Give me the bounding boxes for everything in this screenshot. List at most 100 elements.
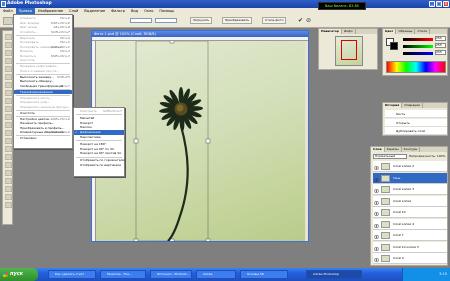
edit-menu-item-label: Копировать: [20, 40, 39, 44]
tool-button[interactable]: [5, 186, 12, 192]
edit-menu-item[interactable]: Свободная трансформация Ctrl+T: [14, 84, 72, 89]
transform-submenu-item[interactable]: Отобразить по горизонтали: [74, 158, 124, 163]
palette-tab[interactable]: История: [383, 103, 403, 108]
options-field-1[interactable]: [130, 18, 152, 23]
cancel-icon[interactable]: ⊘: [306, 17, 312, 24]
layer-row[interactable]: Тень: [373, 172, 447, 184]
layer-row[interactable]: Слой 4: [373, 253, 447, 264]
tool-button[interactable]: [5, 194, 12, 200]
eye-icon[interactable]: [373, 199, 380, 205]
tool-button[interactable]: [5, 82, 12, 88]
options-field-2[interactable]: [155, 18, 177, 23]
edit-menu-item-label: Поиск и замена текста...: [20, 68, 60, 73]
edit-menu-item[interactable]: Установки: [14, 136, 72, 141]
tool-button[interactable]: [5, 42, 12, 48]
layer-row[interactable]: Слой копия 4: [373, 218, 447, 230]
tool-button[interactable]: [5, 178, 12, 184]
slider-b[interactable]: [403, 52, 433, 55]
layer-thumbnail: [381, 243, 390, 251]
options-button-load[interactable]: Загрузить: [190, 17, 213, 24]
transform-submenu-item[interactable]: Отобразить по вертикали: [74, 163, 124, 168]
opacity-label[interactable]: Непрозрачность: 100%: [409, 154, 447, 159]
history-item[interactable]: Кисть: [385, 110, 447, 118]
palette-tab[interactable]: Навигатор: [319, 29, 343, 34]
color-spectrum[interactable]: [386, 61, 446, 73]
transform-submenu-item[interactable]: Поворот на 90° против ЧС: [74, 151, 124, 156]
tool-button[interactable]: [5, 162, 12, 168]
tool-button[interactable]: [5, 66, 12, 72]
palette-tab[interactable]: Инфо: [342, 29, 356, 34]
tool-preset-icon[interactable]: [3, 17, 13, 25]
layer-row[interactable]: Слой копия 3: [373, 184, 447, 195]
transform-submenu-item[interactable]: Перспектива: [74, 135, 124, 140]
close-icon[interactable]: ×: [443, 1, 449, 7]
tool-button[interactable]: [5, 202, 12, 208]
eye-icon[interactable]: [373, 176, 380, 182]
layer-row[interactable]: Слой копия: [373, 195, 447, 207]
tool-button[interactable]: [5, 98, 12, 104]
tool-button[interactable]: [5, 74, 12, 80]
tool-button[interactable]: [5, 154, 12, 160]
background-color-swatch[interactable]: [390, 42, 398, 50]
eye-icon[interactable]: [373, 222, 380, 228]
taskbar-item[interactable]: Adobe Photoshop: [306, 270, 362, 279]
edit-menu-item-shortcut: Shift+Ctrl+F: [51, 29, 70, 34]
edit-menu-item[interactable]: Очистить: [14, 111, 72, 116]
layer-row[interactable]: Слой 10: [373, 207, 447, 218]
eye-icon[interactable]: [373, 245, 380, 251]
tool-button[interactable]: [5, 122, 12, 128]
taskbar-item[interactable]: Основы 58: [240, 270, 288, 279]
options-button-style[interactable]: Стиль фото: [262, 17, 287, 24]
layer-row[interactable]: Слой 10 копия 3: [373, 241, 447, 253]
options-button-transform[interactable]: Преобразовать: [222, 17, 252, 24]
taskbar-item[interactable]: Adobe: [196, 270, 236, 279]
tool-button[interactable]: [5, 130, 12, 136]
eye-icon[interactable]: [373, 210, 380, 216]
tool-button[interactable]: [5, 90, 12, 96]
tool-button[interactable]: [5, 138, 12, 144]
tool-button[interactable]: [5, 106, 12, 112]
palette-tab[interactable]: Слои: [371, 147, 385, 152]
eye-icon[interactable]: [373, 164, 380, 170]
layer-row[interactable]: Слой 7: [373, 230, 447, 241]
value-r[interactable]: 255: [435, 36, 446, 41]
edit-menu-item[interactable]: Трансформирование ▸: [14, 89, 72, 94]
taskbar-item[interactable]: Мозилла - Fire...: [100, 270, 146, 279]
minimize-icon[interactable]: _: [429, 1, 435, 7]
palette-tab[interactable]: Образцы: [396, 29, 416, 34]
vertical-scrollbar[interactable]: [305, 41, 308, 241]
maximize-icon[interactable]: □: [436, 1, 442, 7]
tool-button[interactable]: [5, 170, 12, 176]
palette-tab[interactable]: Контуры: [402, 147, 421, 152]
layer-name: Слой 10: [393, 210, 406, 214]
blend-mode-select[interactable]: Нормальный: [373, 154, 407, 159]
value-g[interactable]: 255: [435, 43, 446, 48]
layer-name: Слой 10 копия 3: [393, 244, 419, 249]
eye-icon[interactable]: [373, 187, 380, 193]
transform-submenu-item[interactable]: ✓ Деформация: [74, 130, 124, 135]
start-button[interactable]: пуск: [0, 268, 38, 281]
edit-menu-item[interactable]: Клавиатурные сокращения... Alt+Shift+Ctrl…: [14, 130, 72, 135]
palette-tab[interactable]: Операции: [402, 103, 424, 108]
commit-check-icon[interactable]: ✔: [298, 17, 304, 24]
value-b[interactable]: 255: [435, 50, 446, 55]
palette-tab[interactable]: Каналы: [385, 147, 402, 152]
canvas[interactable]: [96, 41, 306, 241]
slider-g[interactable]: [403, 45, 433, 48]
navigator-view-box[interactable]: [341, 40, 357, 60]
palette-tab[interactable]: Стили: [415, 29, 431, 34]
history-item[interactable]: Дублировать слой: [385, 127, 447, 135]
tool-button[interactable]: [5, 58, 12, 64]
tool-button[interactable]: [5, 114, 12, 120]
slider-r[interactable]: [403, 38, 433, 41]
tool-button[interactable]: [5, 146, 12, 152]
taskbar-item[interactable]: Как сделать стих?: [48, 270, 96, 279]
eye-icon[interactable]: [373, 256, 380, 262]
tool-button[interactable]: [5, 34, 12, 40]
taskbar-item[interactable]: Фотошоп - Photosh...: [150, 270, 192, 279]
palette-tab[interactable]: Цвет: [383, 29, 397, 34]
layer-row[interactable]: Слой копия 2: [373, 161, 447, 172]
history-item[interactable]: Открыть: [385, 118, 447, 127]
tool-button[interactable]: [5, 50, 12, 56]
eye-icon[interactable]: [373, 233, 380, 239]
